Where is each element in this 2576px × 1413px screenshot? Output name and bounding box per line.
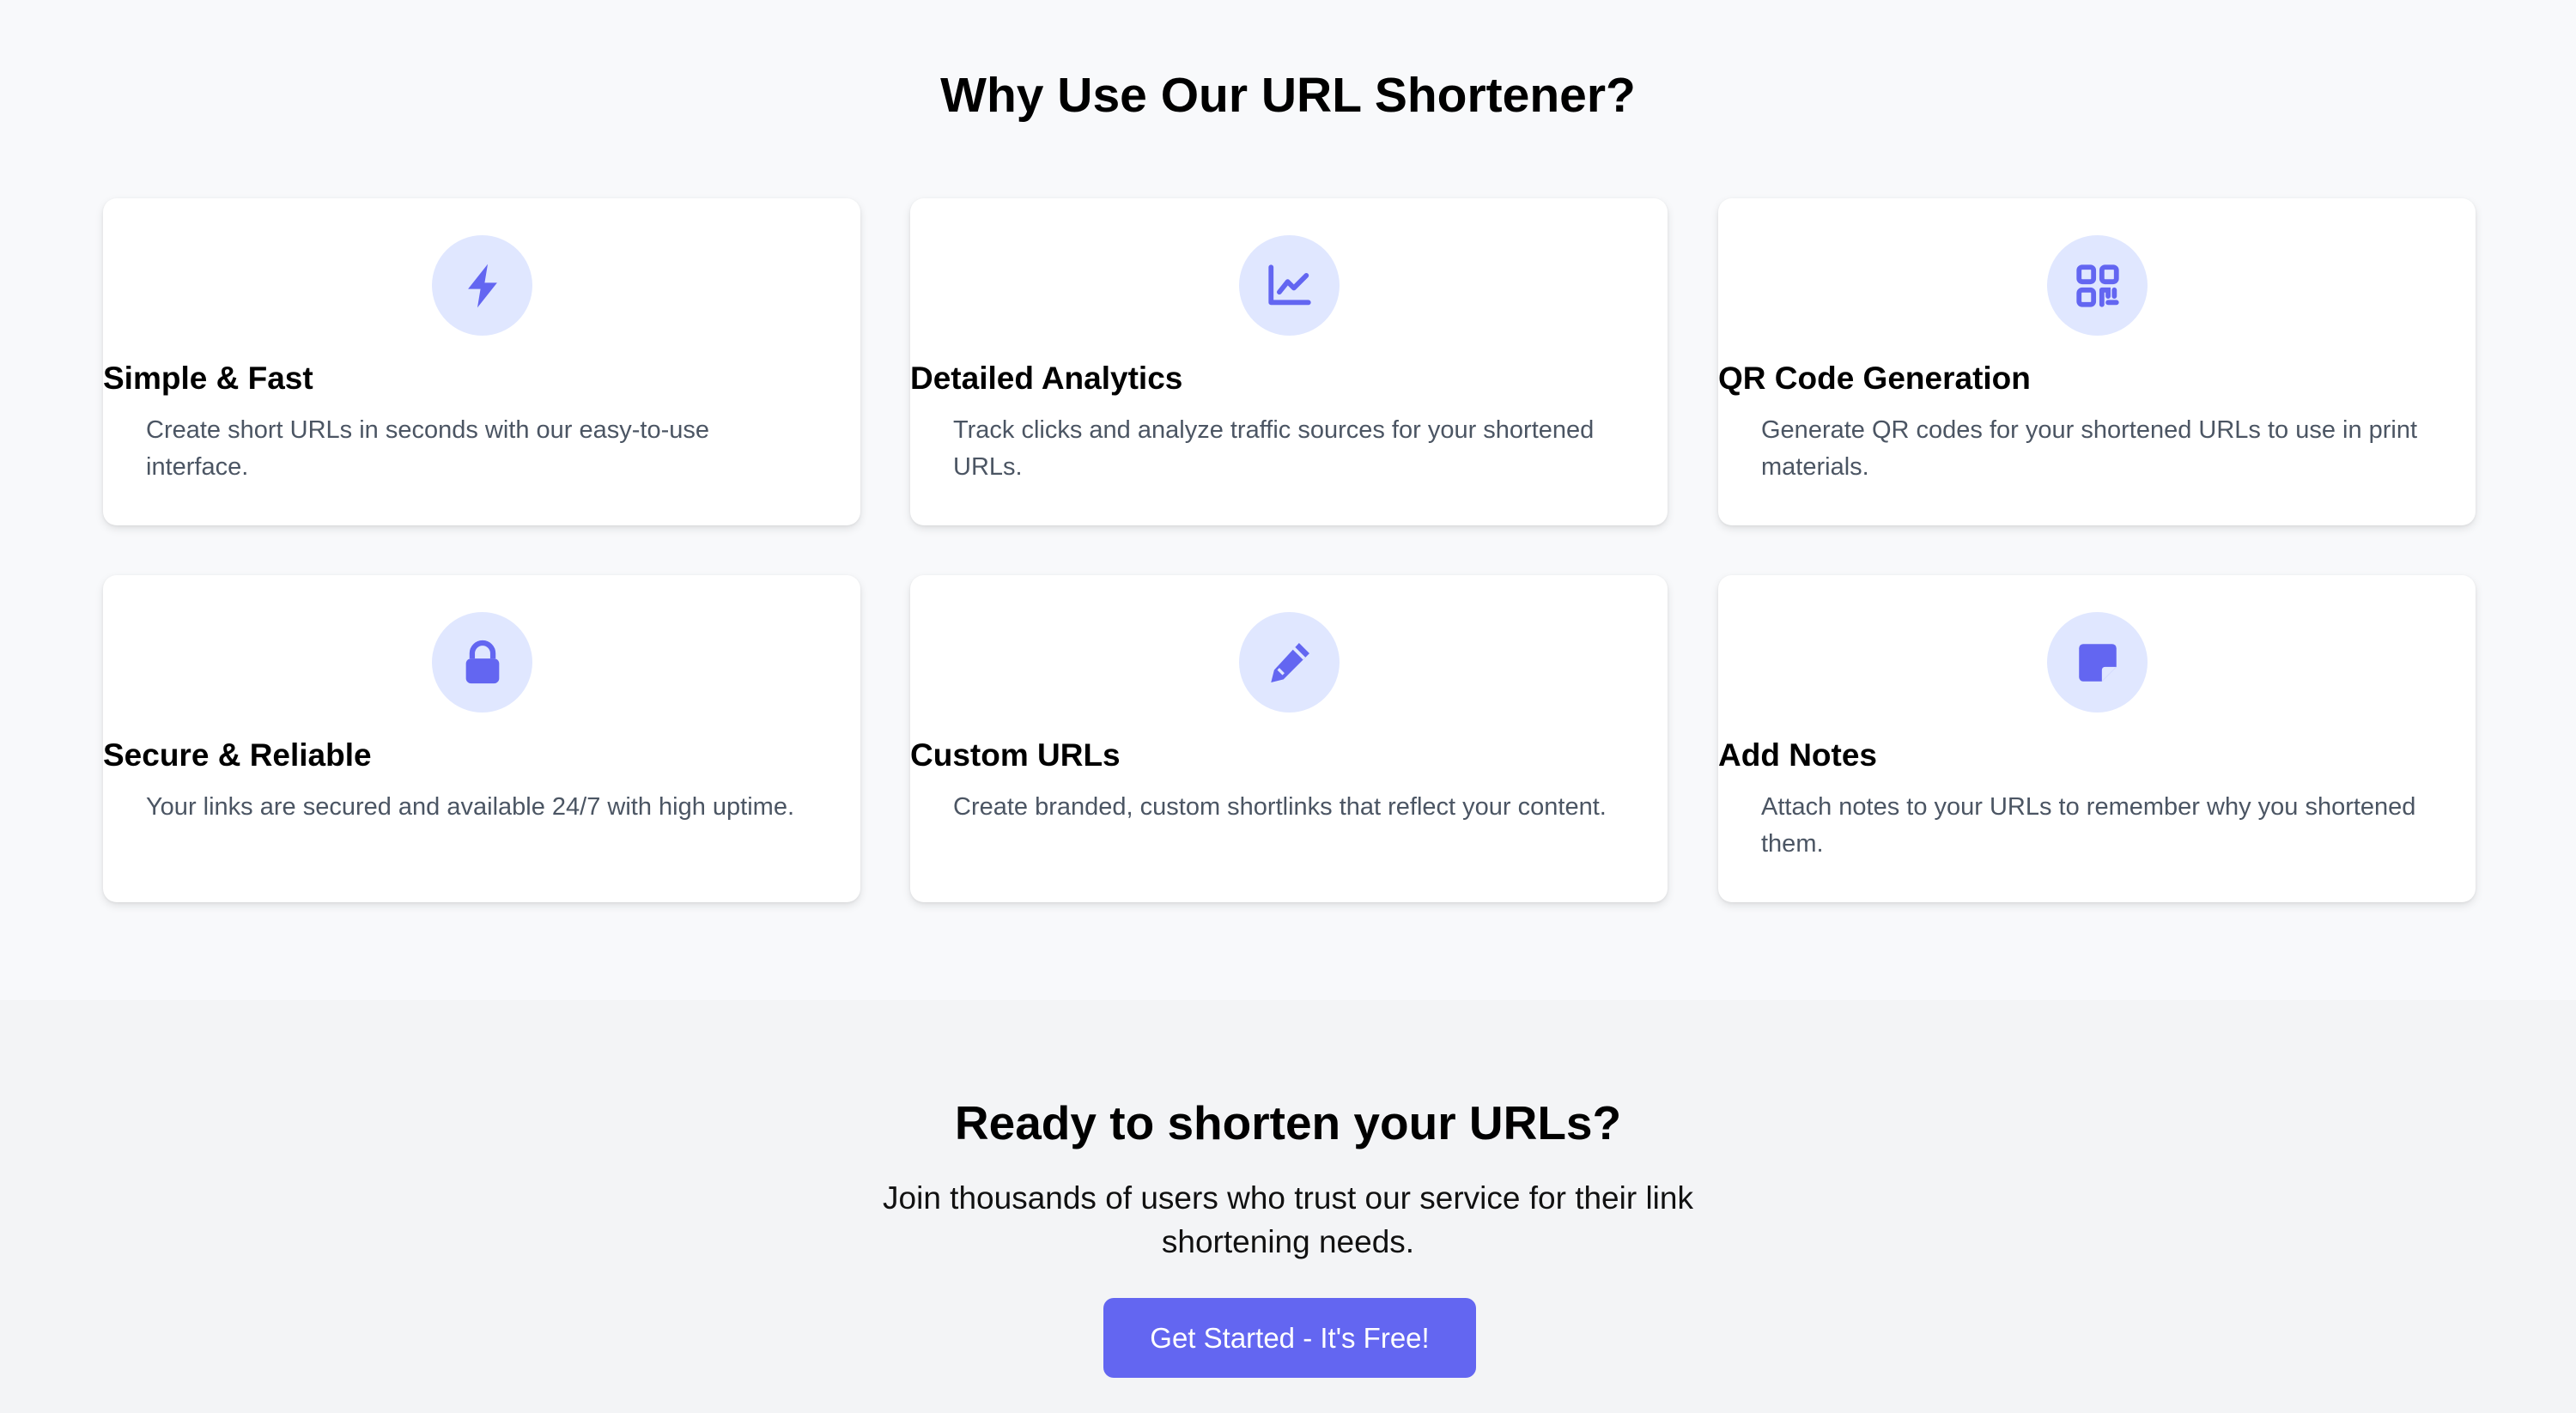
features-title: Why Use Our URL Shortener? bbox=[940, 68, 1636, 123]
feature-title: QR Code Generation bbox=[1718, 361, 2031, 396]
qr-code-icon bbox=[2047, 235, 2148, 336]
feature-description: Generate QR codes for your shortened URL… bbox=[1761, 416, 2418, 481]
cta-section: Ready to shorten your URLs? Join thousan… bbox=[0, 1000, 2576, 1413]
sticky-note-icon bbox=[2047, 612, 2148, 713]
lock-icon bbox=[432, 612, 532, 713]
get-started-button[interactable]: Get Started - It's Free! bbox=[1103, 1298, 1476, 1378]
feature-description: Your links are secured and available 24/… bbox=[146, 793, 795, 821]
feature-title: Detailed Analytics bbox=[910, 361, 1183, 396]
feature-description: Create short URLs in seconds with our ea… bbox=[146, 416, 710, 481]
cta-subtitle: Join thousands of users who trust our se… bbox=[883, 1180, 1693, 1259]
pencil-icon bbox=[1239, 612, 1340, 713]
feature-title: Secure & Reliable bbox=[103, 737, 372, 773]
feature-title: Custom URLs bbox=[910, 737, 1121, 773]
feature-description: Track clicks and analyze traffic sources… bbox=[953, 416, 1595, 481]
cta-title: Ready to shorten your URLs? bbox=[954, 1096, 1622, 1149]
feature-description: Create branded, custom shortlinks that r… bbox=[953, 793, 1607, 821]
lightning-bolt-icon bbox=[432, 235, 532, 336]
feature-description: Attach notes to your URLs to remember wh… bbox=[1761, 793, 2416, 858]
feature-title: Simple & Fast bbox=[103, 361, 313, 396]
chart-line-icon bbox=[1239, 235, 1340, 336]
feature-title: Add Notes bbox=[1718, 737, 1877, 773]
